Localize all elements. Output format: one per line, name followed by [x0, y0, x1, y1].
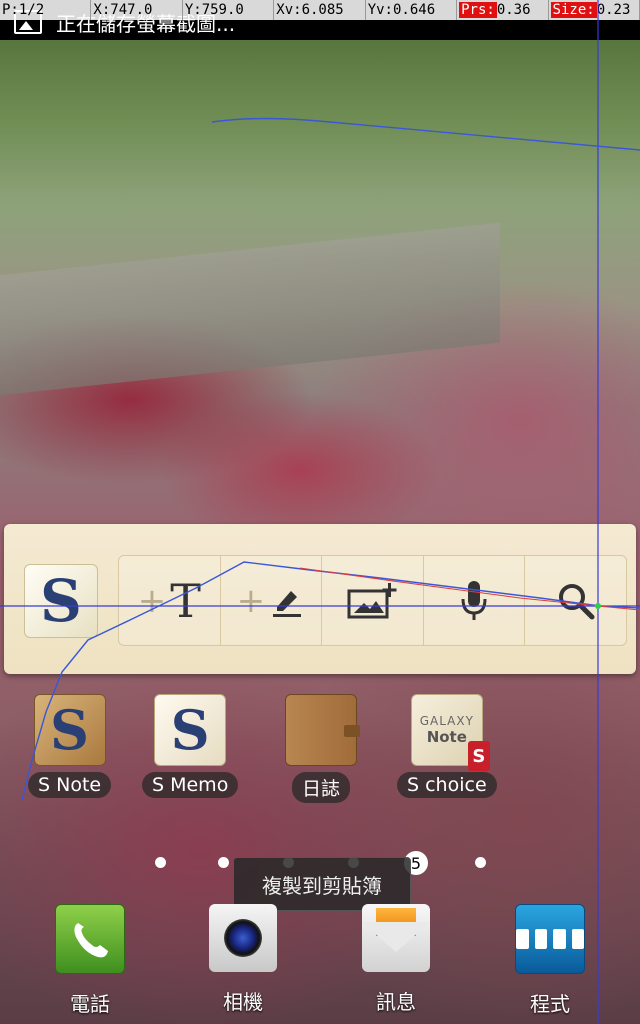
app-diary[interactable]: 日誌 — [285, 694, 360, 803]
image-add-icon — [347, 582, 397, 618]
pointer-yv: Yv:0.646 — [365, 0, 458, 20]
dock-camera[interactable]: 相機 — [193, 904, 293, 1015]
app-label: S Note — [28, 772, 112, 798]
dock-label: 電話 — [70, 992, 110, 1016]
page-dot[interactable] — [475, 857, 486, 868]
add-image-button[interactable] — [321, 556, 423, 645]
schoice-icon: GALAXY Note S — [410, 694, 490, 771]
camera-lens-icon — [224, 919, 262, 957]
pointer-y: Y:759.0 — [182, 0, 275, 20]
dock-apps[interactable]: 程式 — [500, 904, 600, 1017]
add-text-button[interactable]: + T — [119, 556, 220, 645]
pointer-x: X:747.0 — [91, 0, 183, 20]
dock-label: 相機 — [223, 990, 263, 1014]
pointer-pressure: Prs: 0.36 — [457, 0, 549, 20]
schoice-icon-text: GALAXY — [419, 714, 474, 728]
plus-icon: + — [137, 580, 167, 621]
text-icon: T — [170, 573, 201, 628]
pointer-size: Size: 0.23 — [548, 0, 640, 20]
schoice-tag-icon: S — [467, 741, 490, 771]
search-icon — [558, 583, 595, 619]
pointer-xv: Xv:6.085 — [274, 0, 366, 20]
status-bar: 正在儲存螢幕截圖... P:1/2 X:747.0 Y:759.0 Xv:6.0… — [0, 0, 640, 40]
apps-grid-icon — [515, 904, 585, 974]
schoice-icon-text: Note — [426, 728, 467, 746]
dock-messages[interactable]: 訊息 — [346, 904, 446, 1015]
message-icon — [362, 904, 430, 972]
smemo-icon: S — [154, 694, 227, 766]
plus-icon: + — [236, 580, 266, 621]
app-label: S Memo — [142, 772, 239, 798]
dock-phone[interactable]: 電話 — [40, 904, 140, 1017]
add-handwriting-button[interactable]: + — [219, 556, 322, 645]
pen-icon — [273, 590, 302, 617]
app-label: S choice — [397, 772, 497, 798]
snote-widget: S + T + — [4, 524, 636, 674]
pointer-location-overlay: P:1/2 X:747.0 Y:759.0 Xv:6.085 Yv:0.646 … — [0, 0, 640, 20]
search-button[interactable] — [524, 556, 626, 645]
page-dot[interactable] — [155, 857, 166, 868]
app-snote[interactable]: S S Note — [28, 694, 112, 798]
pointer-count: P:1/2 — [0, 0, 92, 20]
wallpaper-stone — [0, 222, 500, 398]
app-schoice[interactable]: GALAXY Note S S choice — [397, 694, 497, 798]
app-smemo[interactable]: S S Memo — [142, 694, 239, 798]
page-dot[interactable] — [218, 857, 229, 868]
dock-label: 訊息 — [376, 990, 416, 1014]
snote-widget-toolbar: + T + — [118, 555, 627, 646]
voice-button[interactable] — [422, 556, 525, 645]
app-label: 日誌 — [291, 772, 350, 803]
snote-icon: S — [33, 694, 106, 766]
dock-label: 程式 — [530, 992, 570, 1016]
snote-widget-logo[interactable]: S — [24, 564, 98, 638]
phone-icon — [55, 904, 125, 974]
camera-icon — [209, 904, 277, 972]
envelope-flap-icon — [362, 922, 430, 952]
diary-icon — [285, 694, 360, 766]
microphone-icon — [461, 580, 487, 620]
toast: 複製到剪貼簿 — [233, 857, 411, 911]
